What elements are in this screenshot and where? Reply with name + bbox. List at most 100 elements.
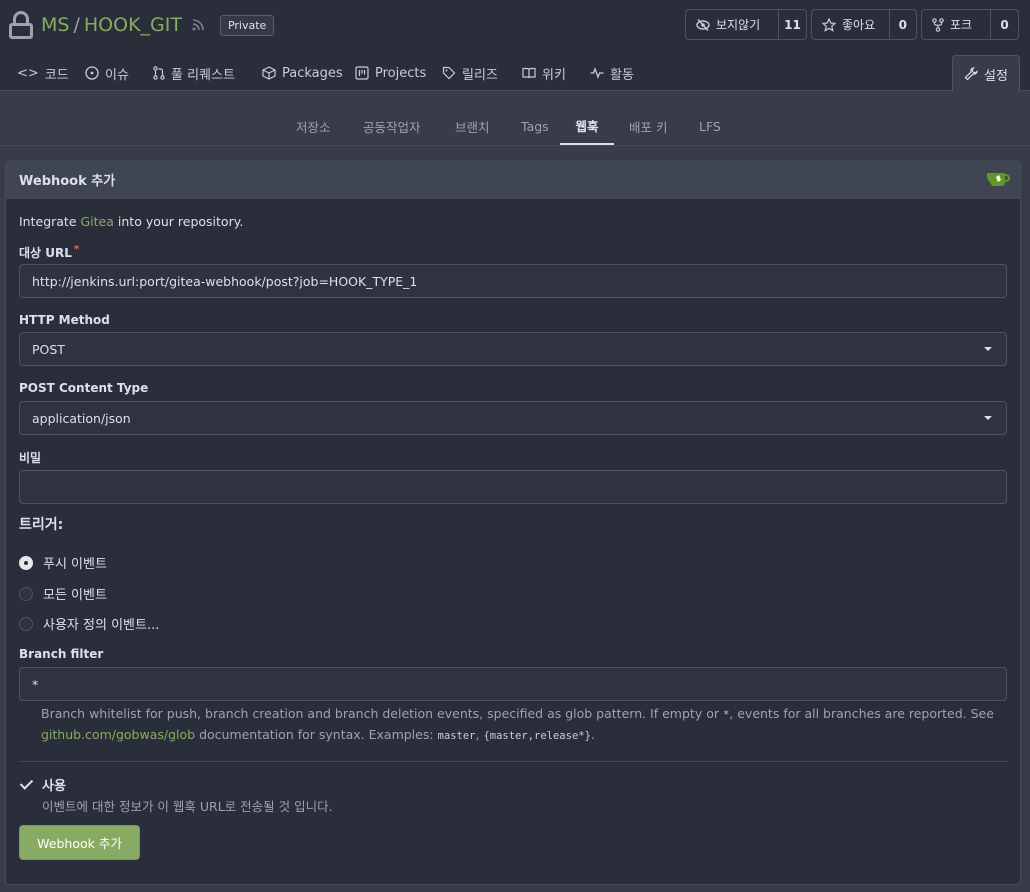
fork-count[interactable]: 0 [990, 10, 1018, 39]
subtab-repository[interactable]: 저장소 [296, 108, 331, 145]
dropdown-caret-icon [984, 347, 992, 351]
tab-releases[interactable]: 릴리즈 [442, 55, 498, 91]
tab-code[interactable]: <> 코드 [17, 55, 69, 91]
branch-filter-label: Branch filter [19, 647, 104, 661]
tab-label: 활동 [610, 67, 634, 83]
help-text: Branch whitelist for push, branch creati… [41, 706, 723, 721]
project-icon [355, 66, 369, 80]
code-icon: <> [17, 65, 39, 81]
tab-packages[interactable]: Packages [262, 55, 343, 91]
fork-button[interactable]: 포크 [922, 10, 990, 39]
pull-request-icon [153, 66, 165, 80]
settings-subnav: 저장소 공동작업자 브랜치 Tags 웹훅 배포 키 LFS [0, 108, 1030, 146]
tab-label: 설정 [984, 68, 1008, 84]
dropdown-caret-icon [984, 416, 992, 420]
repo-title: MS / HOOK_GIT Private [9, 10, 275, 40]
radio-unchecked[interactable] [19, 616, 33, 631]
watch-group: 보지않기 11 [685, 9, 807, 40]
repo-header: MS / HOOK_GIT Private 보지않기 11 좋아요 0 포크 0 [0, 0, 1030, 92]
tab-label: 코드 [44, 67, 69, 83]
package-icon [262, 66, 276, 80]
repo-owner-link[interactable]: MS [41, 14, 69, 36]
rss-icon[interactable] [192, 19, 204, 31]
active-label: 사용 [42, 779, 66, 794]
http-method-label: HTTP Method [19, 313, 110, 327]
target-url-input[interactable]: http://jenkins.url:port/gitea-webhook/po… [19, 264, 1007, 298]
radio-unchecked[interactable] [19, 586, 33, 601]
subtab-tags[interactable]: Tags [521, 108, 549, 145]
subtab-webhooks[interactable]: 웹훅 [560, 108, 614, 145]
panel-title: Webhook 추가 [19, 174, 116, 189]
trigger-label: 모든 이벤트 [43, 588, 107, 603]
watch-button[interactable]: 보지않기 [686, 10, 778, 39]
help-text: documentation for syntax. Examples: [195, 727, 438, 742]
secret-label: 비밀 [19, 451, 42, 465]
subtab-collaborators[interactable]: 공동작업자 [363, 108, 421, 145]
http-method-select[interactable]: POST [19, 332, 1007, 366]
glob-docs-link[interactable]: github.com/gobwas/glob [41, 727, 195, 742]
help-code: {master,release*} [483, 730, 591, 742]
help-text: . [590, 727, 595, 742]
trigger-custom-events[interactable]: 사용자 정의 이벤트... [19, 614, 159, 633]
star-button[interactable]: 좋아요 [812, 10, 889, 39]
tab-pull-requests[interactable]: 풀 리퀘스트 [153, 55, 235, 91]
branch-filter-value: * [32, 676, 39, 692]
divider [19, 761, 1007, 762]
target-url-value: http://jenkins.url:port/gitea-webhook/po… [32, 273, 418, 289]
tag-icon [442, 66, 456, 80]
subtab-deploy-keys[interactable]: 배포 키 [629, 108, 667, 145]
star-group: 좋아요 0 [811, 9, 917, 40]
http-method-value: POST [32, 341, 65, 357]
trigger-label: 사용자 정의 이벤트... [43, 618, 160, 633]
active-checkbox-row[interactable]: 사용 이벤트에 대한 정보가 이 웹훅 URL로 전송될 것 입니다. [19, 775, 333, 815]
intro-after: into your repository. [113, 214, 244, 229]
secret-input[interactable] [19, 470, 1007, 504]
subtab-branches[interactable]: 브랜치 [455, 108, 490, 145]
intro-before: Integrate [19, 214, 81, 229]
repo-tabs: <> 코드 이슈 풀 리퀘스트 Packages Projects 릴리즈 위키 [0, 55, 1030, 92]
tab-projects[interactable]: Projects [355, 55, 426, 91]
trigger-title: 트리거: [19, 517, 64, 533]
tab-label: 릴리즈 [462, 67, 498, 83]
help-text: , events for all branches are reported. … [729, 706, 994, 721]
tab-settings[interactable]: 설정 [952, 55, 1020, 92]
trigger-push-events[interactable]: 푸시 이벤트 [19, 553, 107, 572]
tab-wiki[interactable]: 위키 [522, 55, 566, 91]
branch-filter-input[interactable]: * [19, 667, 1007, 701]
gitea-logo-icon [986, 173, 1010, 186]
fork-group: 포크 0 [921, 9, 1019, 40]
active-text: 사용 이벤트에 대한 정보가 이 웹훅 URL로 전송될 것 입니다. [42, 775, 333, 815]
star-label: 좋아요 [842, 18, 876, 32]
content-type-select[interactable]: application/json [19, 401, 1007, 435]
repo-name-link[interactable]: HOOK_GIT [84, 14, 182, 36]
fork-label: 포크 [950, 18, 973, 32]
radio-checked[interactable] [19, 555, 33, 570]
lock-icon [9, 11, 33, 39]
issue-icon [85, 66, 99, 80]
subtab-lfs[interactable]: LFS [699, 108, 721, 145]
tab-label: Packages [282, 65, 343, 81]
branch-filter-help: Branch whitelist for push, branch creati… [41, 704, 1001, 746]
watch-count[interactable]: 11 [778, 10, 806, 39]
book-icon [522, 67, 536, 79]
active-help: 이벤트에 대한 정보가 이 웹훅 URL로 전송될 것 입니다. [42, 799, 333, 814]
active-checkbox[interactable] [19, 777, 33, 791]
content-type-label: POST Content Type [19, 381, 149, 395]
star-icon [822, 17, 836, 32]
star-count[interactable]: 0 [888, 10, 916, 39]
pulse-icon [590, 67, 604, 79]
target-url-label-text: 대상 URL [19, 246, 72, 260]
target-url-label: 대상 URL * [19, 244, 79, 261]
trigger-all-events[interactable]: 모든 이벤트 [19, 584, 107, 603]
watch-label: 보지않기 [716, 18, 761, 32]
webhook-form-panel: Webhook 추가 Integrate Gitea into your rep… [5, 160, 1021, 885]
add-webhook-button[interactable]: Webhook 추가 [19, 825, 140, 860]
tab-label: 풀 리퀘스트 [171, 67, 235, 83]
gitea-link[interactable]: Gitea [81, 214, 114, 229]
tab-issues[interactable]: 이슈 [85, 55, 129, 91]
private-badge: Private [219, 14, 275, 36]
content-type-value: application/json [32, 410, 131, 426]
eye-slash-icon [696, 18, 710, 31]
tab-activity[interactable]: 활동 [590, 55, 634, 91]
help-code: master [437, 730, 476, 742]
